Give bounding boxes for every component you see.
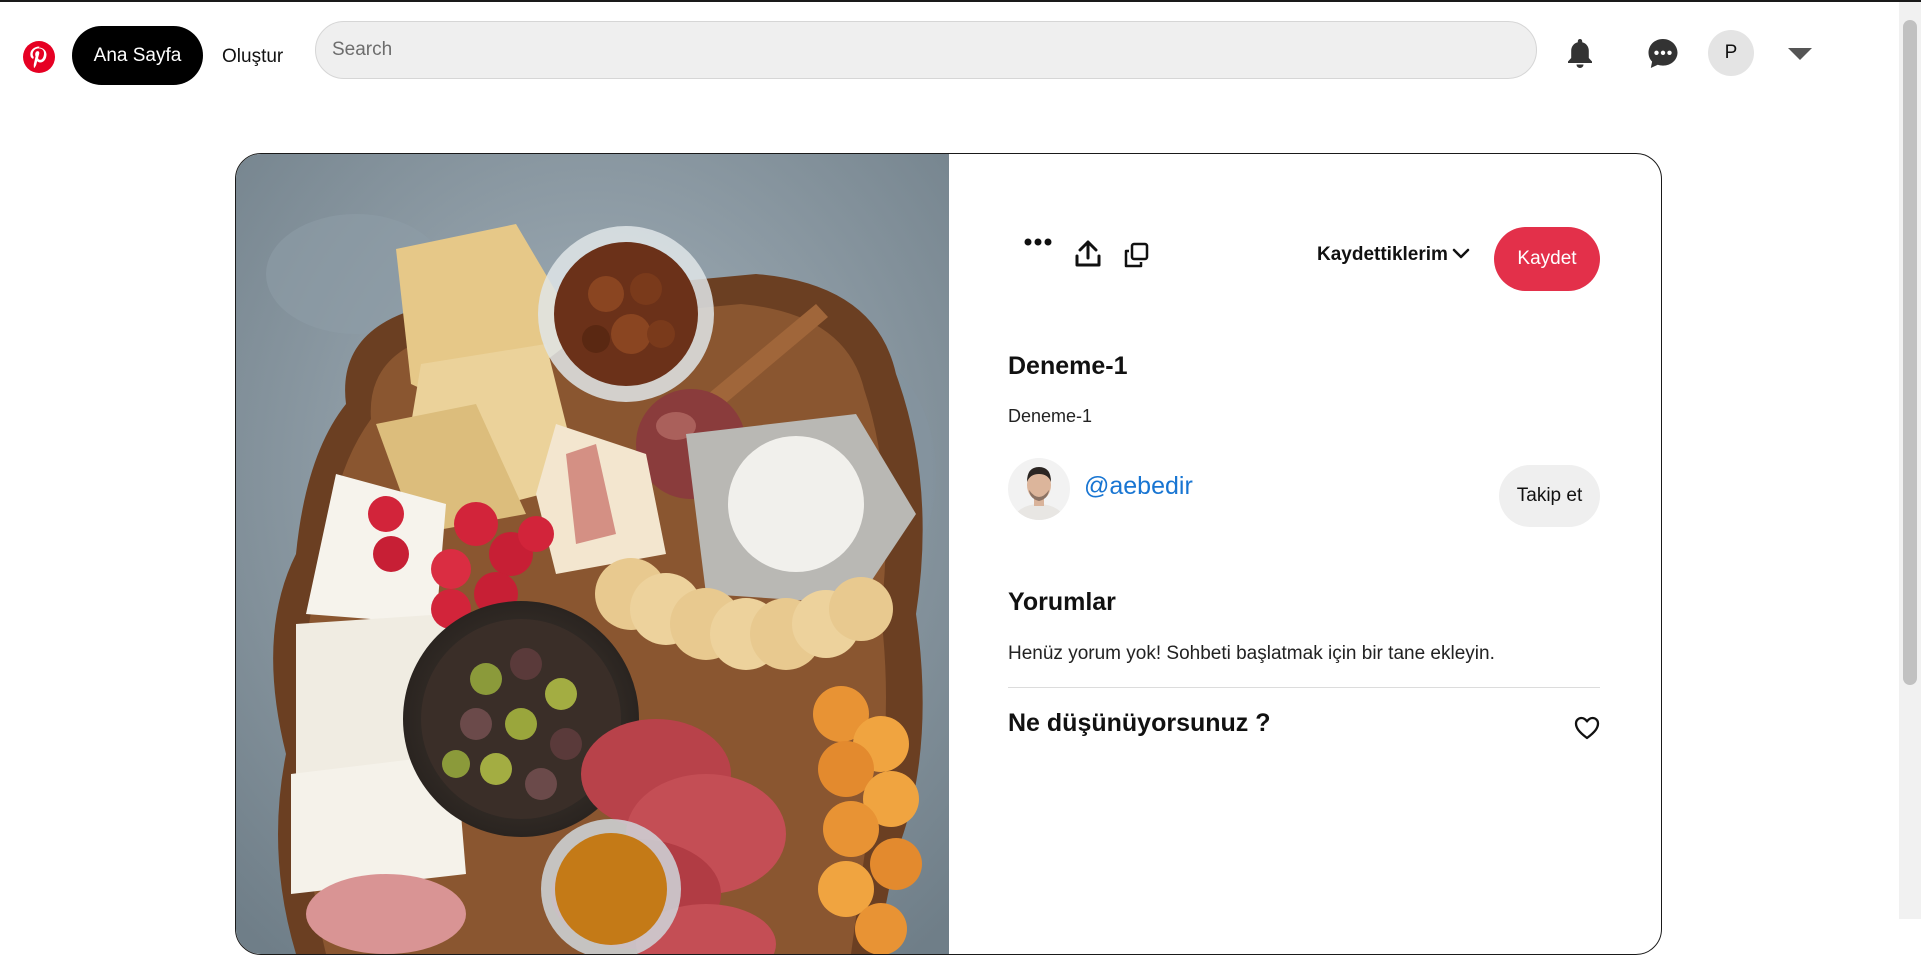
chat-bubble-icon[interactable] xyxy=(1646,37,1680,71)
comments-heading: Yorumlar xyxy=(1008,588,1116,616)
search-bar[interactable] xyxy=(315,21,1537,79)
heart-icon[interactable] xyxy=(1573,715,1601,741)
home-button[interactable]: Ana Sayfa xyxy=(72,26,203,85)
pin-details-panel: Kaydettiklerim Kaydet Deneme-1 Deneme-1 … xyxy=(949,154,1661,954)
author-username-link[interactable]: @aebedir xyxy=(1084,472,1193,501)
create-link[interactable]: Oluştur xyxy=(214,42,291,72)
ellipsis-icon[interactable] xyxy=(1021,232,1055,252)
search-input[interactable] xyxy=(330,38,1536,62)
scrollbar-thumb[interactable] xyxy=(1903,20,1917,685)
bell-icon[interactable] xyxy=(1564,36,1596,70)
pin-image[interactable] xyxy=(236,154,949,954)
board-selector[interactable]: Kaydettiklerim xyxy=(1317,244,1470,266)
profile-avatar[interactable]: P xyxy=(1708,30,1754,76)
pin-card: Kaydettiklerim Kaydet Deneme-1 Deneme-1 … xyxy=(235,153,1662,955)
author-avatar[interactable] xyxy=(1008,458,1070,520)
pinterest-logo-icon[interactable] xyxy=(22,40,56,74)
follow-button[interactable]: Takip et xyxy=(1499,465,1600,527)
chevron-down-icon[interactable] xyxy=(1786,46,1814,62)
chevron-down-icon xyxy=(1452,244,1470,266)
save-button[interactable]: Kaydet xyxy=(1494,227,1600,291)
pin-description: Deneme-1 xyxy=(1008,406,1093,426)
window-top-border xyxy=(0,0,1921,2)
upload-icon[interactable] xyxy=(1073,238,1103,270)
board-selector-label: Kaydettiklerim xyxy=(1317,244,1448,265)
comments-empty-message: Henüz yorum yok! Sohbeti başlatmak için … xyxy=(1008,643,1495,664)
page-scrollbar[interactable] xyxy=(1899,2,1921,919)
comments-divider xyxy=(1008,687,1600,688)
copy-icon[interactable] xyxy=(1121,240,1151,270)
comment-prompt: Ne düşünüyorsunuz ? xyxy=(1008,709,1271,737)
pin-title: Deneme-1 xyxy=(1008,352,1128,380)
